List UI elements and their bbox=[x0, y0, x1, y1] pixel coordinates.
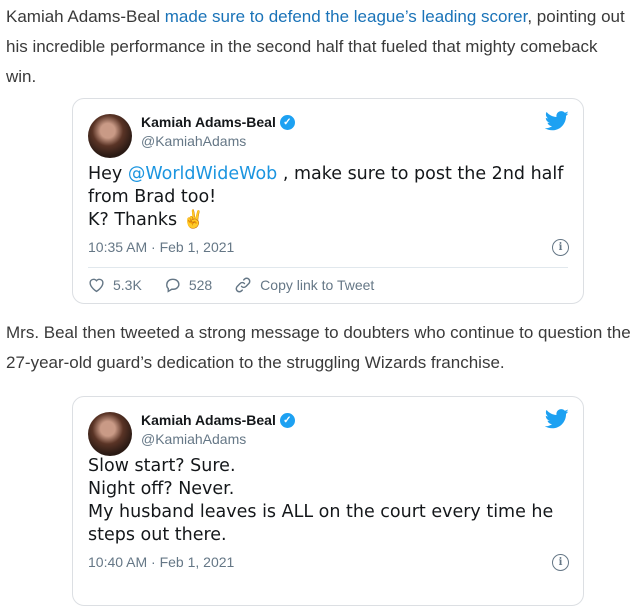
tweet-text: Hey @WorldWideWob , make sure to post th… bbox=[88, 163, 563, 232]
intro-link[interactable]: made sure to defend the league’s leading… bbox=[165, 7, 528, 26]
tweet-timestamp[interactable]: 10:40 AM · Feb 1, 2021 bbox=[88, 554, 234, 570]
tweet-line: from Brad too! bbox=[88, 187, 217, 207]
author-name[interactable]: Kamiah Adams-Beal bbox=[141, 412, 276, 428]
copy-link-label: Copy link to Tweet bbox=[260, 277, 375, 293]
tweet-line: steps out there. bbox=[88, 525, 227, 545]
embedded-tweet-2[interactable]: Kamiah Adams-Beal ✓ @KamiahAdams Slow st… bbox=[72, 396, 584, 606]
text-fragment: , make sure to post the 2nd half bbox=[277, 164, 564, 184]
author-handle[interactable]: @KamiahAdams bbox=[141, 431, 246, 447]
link-icon bbox=[235, 277, 251, 293]
mention-link[interactable]: @WorldWideWob bbox=[128, 164, 277, 184]
tweet-actions: 5.3K 528 Copy link to Tweet bbox=[88, 277, 396, 293]
tweet-line: Slow start? Sure. bbox=[88, 456, 236, 476]
author-name-row: Kamiah Adams-Beal ✓ bbox=[141, 114, 295, 130]
reply-count: 528 bbox=[188, 277, 213, 293]
twitter-bird-icon[interactable] bbox=[545, 111, 569, 131]
reply-bubble-icon bbox=[165, 278, 180, 293]
avatar[interactable] bbox=[88, 114, 132, 158]
like-count: 5.3K bbox=[113, 277, 142, 293]
embedded-tweet-1[interactable]: Kamiah Adams-Beal ✓ @KamiahAdams Hey @Wo… bbox=[72, 98, 584, 304]
avatar[interactable] bbox=[88, 412, 132, 456]
like-action[interactable]: 5.3K bbox=[88, 277, 142, 293]
middle-paragraph: Mrs. Beal then tweeted a strong message … bbox=[6, 323, 631, 372]
author-name[interactable]: Kamiah Adams-Beal bbox=[141, 114, 276, 130]
intro-prefix: Kamiah Adams-Beal bbox=[6, 7, 165, 26]
tweet-line: K? Thanks ✌️ bbox=[88, 210, 205, 230]
tweet-line: My husband leaves is ALL on the court ev… bbox=[88, 502, 554, 522]
info-icon[interactable]: i bbox=[552, 554, 569, 571]
copy-link-action[interactable]: Copy link to Tweet bbox=[234, 277, 374, 293]
tweet-text: Slow start? Sure. Night off? Never. My h… bbox=[88, 455, 553, 547]
reply-action[interactable]: 528 bbox=[164, 277, 212, 293]
author-handle[interactable]: @KamiahAdams bbox=[141, 133, 246, 149]
info-icon[interactable]: i bbox=[552, 239, 569, 256]
author-name-row: Kamiah Adams-Beal ✓ bbox=[141, 412, 295, 428]
tweet-line: Night off? Never. bbox=[88, 479, 235, 499]
tweet-timestamp[interactable]: 10:35 AM · Feb 1, 2021 bbox=[88, 239, 234, 255]
tweet-line: Hey @WorldWideWob , make sure to post th… bbox=[88, 163, 563, 186]
heart-icon bbox=[89, 278, 104, 293]
text-fragment: Hey bbox=[88, 164, 128, 184]
intro-paragraph: Kamiah Adams-Beal made sure to defend th… bbox=[6, 2, 632, 92]
verified-badge-icon: ✓ bbox=[279, 114, 295, 130]
verified-badge-icon: ✓ bbox=[279, 412, 295, 428]
divider bbox=[88, 267, 568, 268]
twitter-bird-icon[interactable] bbox=[545, 409, 569, 429]
